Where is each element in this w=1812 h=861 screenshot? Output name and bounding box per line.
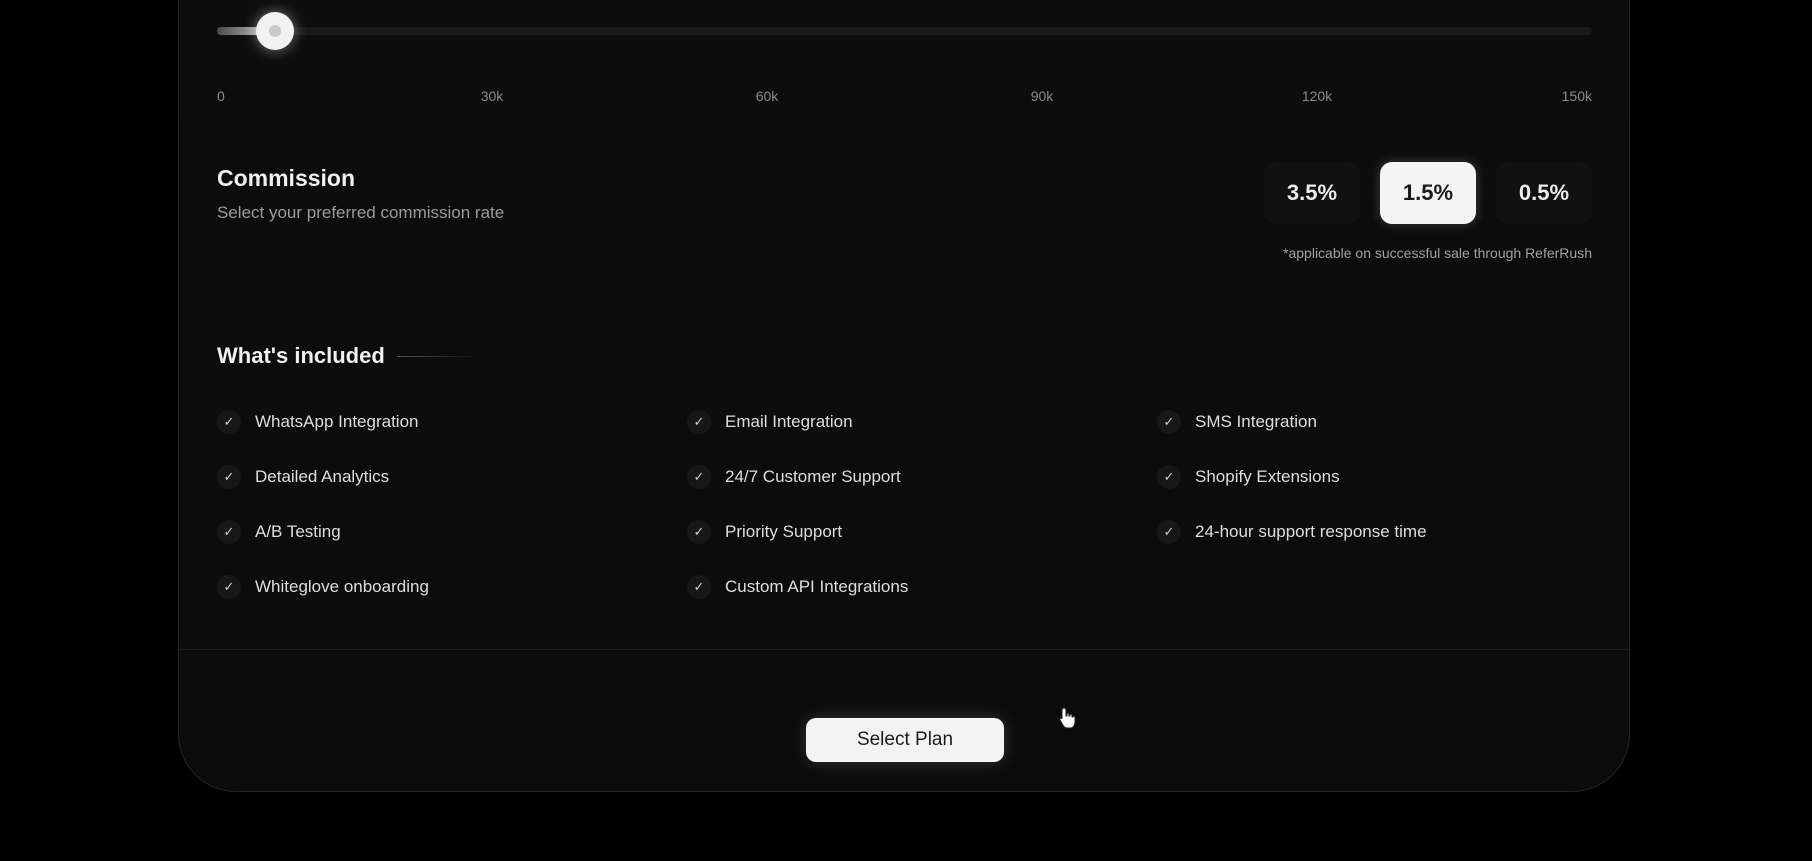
feature-item: ✓ SMS Integration [1157, 408, 1557, 436]
feature-item: ✓ A/B Testing [217, 518, 687, 546]
feature-label: WhatsApp Integration [255, 412, 419, 431]
slider-tick-label: 30k [480, 88, 504, 104]
footer-divider [179, 649, 1629, 650]
slider-tick-label: 150k [1561, 88, 1592, 104]
commission-title: Commission [217, 165, 356, 191]
feature-item: ✓ Whiteglove onboarding [217, 573, 687, 601]
slider-tick-label: 0 [217, 88, 225, 104]
feature-item: ✓ Email Integration [687, 408, 1157, 436]
pricing-card: 0 30k 60k 90k 120k 150k Commission Select you… [178, 0, 1630, 792]
slider-tick-label: 90k [1030, 88, 1054, 104]
check-icon: ✓ [217, 520, 241, 544]
check-icon: ✓ [1157, 520, 1181, 544]
check-icon: ✓ [687, 465, 711, 489]
commission-option[interactable]: 1.5% [1380, 162, 1476, 224]
commission-option[interactable]: 3.5% [1264, 162, 1360, 224]
feature-list: ✓ WhatsApp Integration ✓ Email Integration ✓… [217, 408, 1557, 601]
check-icon: ✓ [217, 465, 241, 489]
check-icon: ✓ [687, 575, 711, 599]
slider-tick-label: 60k [755, 88, 779, 104]
feature-label: Priority Support [725, 522, 843, 541]
feature-item: ✓ Custom API Integrations [687, 573, 1157, 601]
feature-label: 24/7 Customer Support [725, 467, 901, 486]
feature-item: ✓ WhatsApp Integration [217, 408, 687, 436]
select-plan-button[interactable]: Select Plan [806, 718, 1004, 762]
commission-subtitle: Select your preferred commission rate [217, 203, 505, 222]
check-icon: ✓ [687, 520, 711, 544]
feature-item: ✓ 24/7 Customer Support [687, 463, 1157, 491]
feature-label: 24-hour support response time [1195, 522, 1427, 541]
check-icon: ✓ [1157, 465, 1181, 489]
feature-label: Custom API Integrations [725, 577, 909, 596]
feature-item: ✓ Priority Support [687, 518, 1157, 546]
slider-thumb[interactable] [256, 12, 294, 50]
check-icon: ✓ [217, 410, 241, 434]
feature-label: Shopify Extensions [1195, 467, 1340, 486]
slider-tick-label: 120k [1301, 88, 1333, 104]
included-header: What's included [217, 343, 479, 369]
feature-label: Whiteglove onboarding [255, 577, 429, 596]
header-divider-line [396, 355, 479, 357]
commission-options: 3.5% 1.5% 0.5% [1264, 162, 1592, 224]
commission-option[interactable]: 0.5% [1496, 162, 1592, 224]
volume-slider[interactable] [217, 12, 1592, 50]
check-icon: ✓ [687, 410, 711, 434]
feature-label: Detailed Analytics [255, 467, 390, 486]
feature-item: ✓ Shopify Extensions [1157, 463, 1557, 491]
included-title: What's included [217, 343, 385, 368]
check-icon: ✓ [217, 575, 241, 599]
commission-note: *applicable on successful sale through R… [1283, 245, 1592, 261]
feature-label: SMS Integration [1195, 412, 1317, 431]
hand-cursor-icon [1059, 707, 1076, 729]
feature-item: ✓ Detailed Analytics [217, 463, 687, 491]
feature-label: A/B Testing [255, 522, 341, 541]
check-icon: ✓ [1157, 410, 1181, 434]
feature-item: ✓ 24-hour support response time [1157, 518, 1557, 546]
slider-ticks: 0 30k 60k 90k 120k 150k [217, 88, 1592, 106]
feature-label: Email Integration [725, 412, 853, 431]
